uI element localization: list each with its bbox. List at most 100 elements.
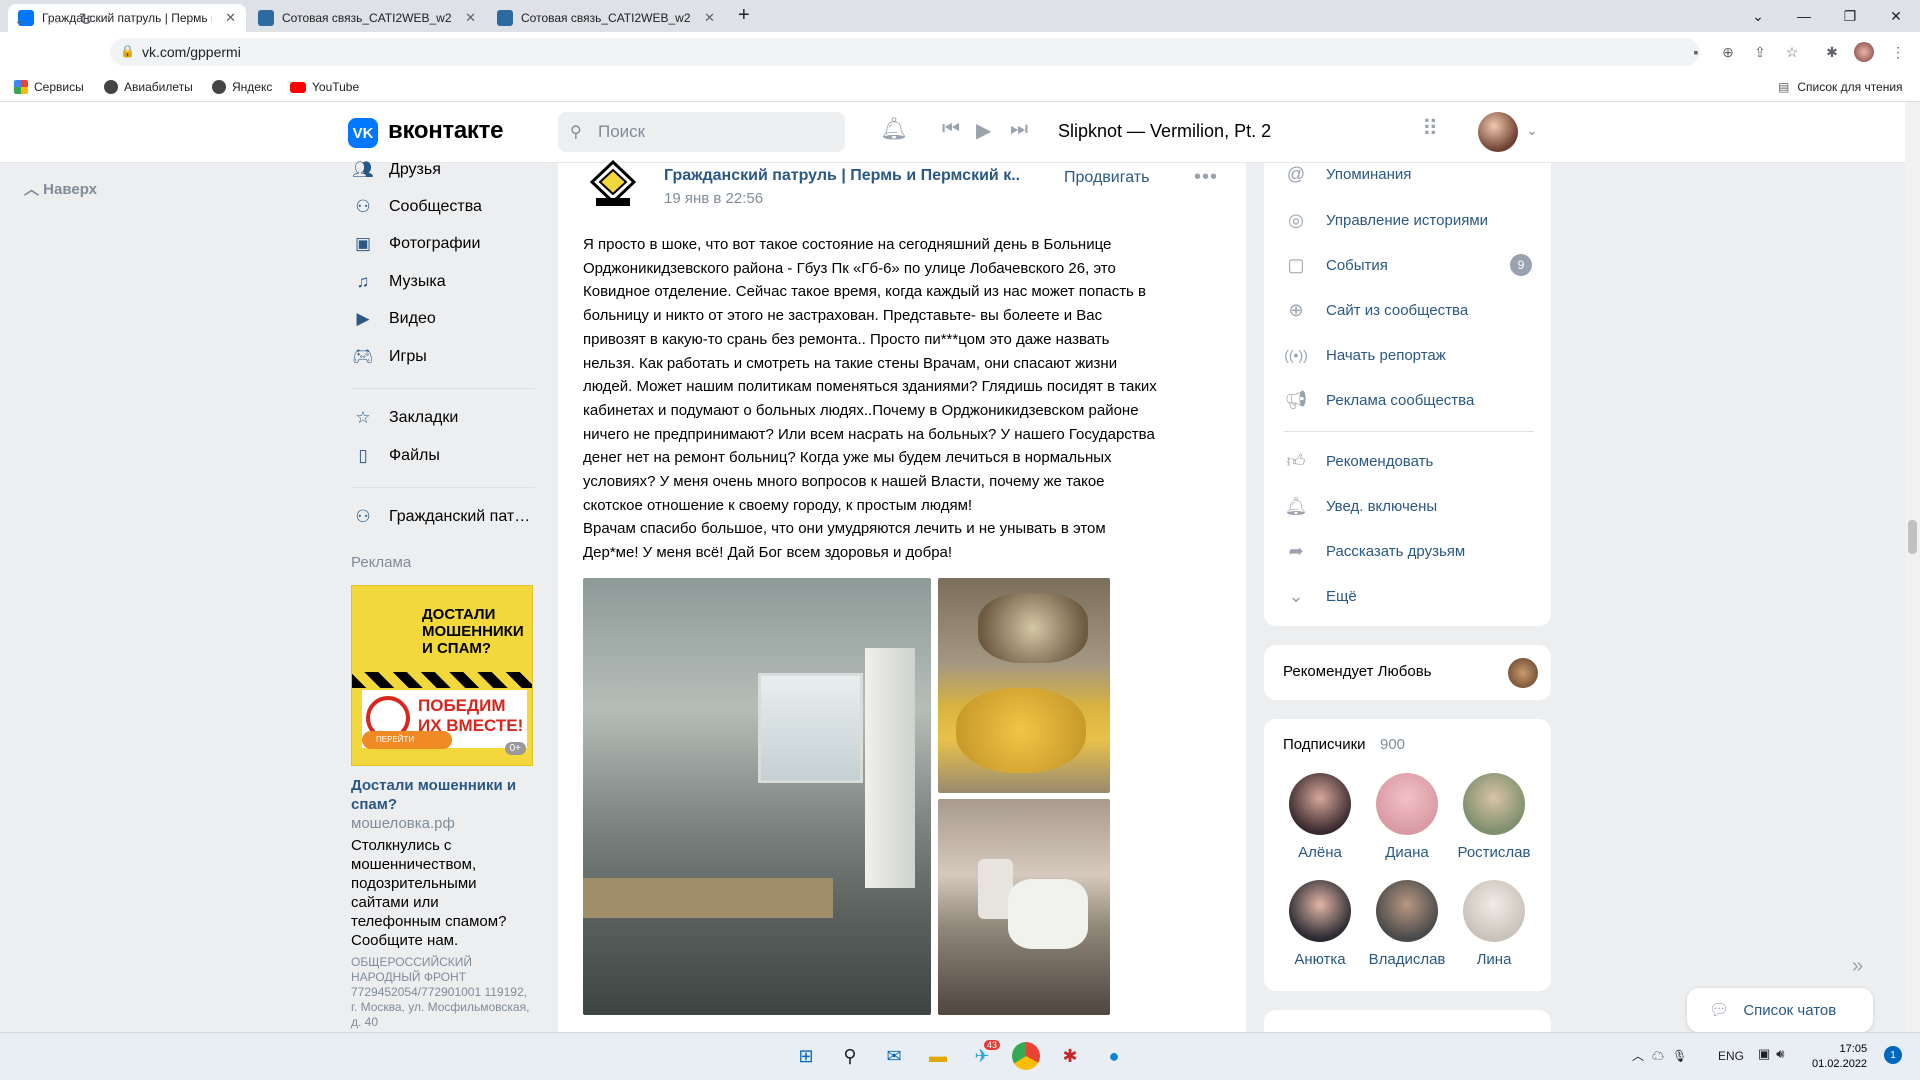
subscribers-title[interactable]: Подписчики (1283, 736, 1366, 753)
vk-brand-name[interactable]: вконтакте (388, 117, 503, 145)
action-events[interactable]: ▢ События (1284, 250, 1387, 280)
post-photo-food[interactable] (938, 578, 1110, 793)
menu-item-video[interactable]: ▶ Видео (352, 304, 435, 334)
back-to-top-button[interactable]: ︿ Наверх (24, 178, 97, 199)
network-volume-icons[interactable]: ▣🔊︎ (1758, 1046, 1790, 1062)
file-explorer-icon[interactable]: ▬ (924, 1042, 952, 1070)
forward-arrow-icon[interactable]: → (42, 8, 66, 32)
menu-item-photos[interactable]: ▣ Фотографии (352, 229, 480, 259)
action-stories[interactable]: ◎ Управление историями (1284, 205, 1488, 235)
subscriber-name[interactable]: Ростислав (1449, 844, 1539, 861)
subscriber-avatar[interactable] (1289, 773, 1351, 835)
post-photo-room[interactable] (938, 799, 1110, 1015)
bell-icon[interactable]: 🔔︎ (880, 116, 908, 142)
search-icon[interactable]: ⚲ (836, 1042, 864, 1070)
subscriber-avatar[interactable] (1376, 773, 1438, 835)
subscriber-name[interactable]: Алёна (1275, 844, 1365, 861)
address-bar[interactable] (110, 38, 1700, 66)
subscriber-name[interactable]: Диана (1362, 844, 1452, 861)
menu-item-friends[interactable]: 👥︎ Друзья (352, 155, 441, 185)
bookmark-star-icon[interactable]: ☆ (1782, 42, 1802, 62)
chat-list-button[interactable]: 💬︎ Список чатов (1687, 988, 1873, 1032)
subscriber-avatar[interactable] (1289, 880, 1351, 942)
profile-avatar[interactable] (1854, 42, 1874, 62)
new-tab-button[interactable]: + (738, 4, 750, 27)
bookmark-services[interactable]: Сервисы (14, 77, 84, 97)
vk-logo-icon[interactable]: VK (348, 118, 378, 148)
tab-cati-1[interactable]: Сотовая связь_CATI2WEB_w2 ✕ (248, 4, 486, 32)
chevron-down-icon[interactable]: ⌄ (1526, 122, 1538, 139)
language-indicator[interactable]: ENG (1718, 1049, 1744, 1063)
close-tab-icon[interactable]: ✕ (465, 10, 476, 26)
url-text[interactable]: vk.com/gppermi (142, 44, 241, 60)
play-icon[interactable]: ▶ (976, 118, 991, 143)
collapse-chats-icon[interactable]: » (1852, 955, 1863, 978)
app-icon[interactable]: ✱ (1056, 1042, 1084, 1070)
reload-icon[interactable]: ↻ (74, 8, 98, 32)
user-avatar[interactable] (1478, 112, 1518, 152)
maximize-button[interactable]: ❐ (1827, 0, 1873, 32)
chrome-menu-icon[interactable]: ⋮ (1888, 42, 1908, 62)
menu-item-bookmarks[interactable]: ☆ Закладки (352, 403, 458, 433)
subscriber-name[interactable]: Лина (1449, 951, 1539, 968)
promote-button[interactable]: Продвигать (1064, 169, 1149, 187)
menu-item-music[interactable]: ♫ Музыка (352, 267, 446, 297)
page-scrollbar[interactable] (1905, 102, 1920, 1032)
action-broadcast[interactable]: ((•)) Начать репортаж (1284, 340, 1446, 370)
subscriber-avatar[interactable] (1463, 773, 1525, 835)
notification-badge[interactable]: 1 (1884, 1046, 1902, 1064)
close-tab-icon[interactable]: ✕ (704, 10, 715, 26)
bookmark-youtube[interactable]: YouTube (290, 77, 359, 97)
action-recommend[interactable]: 👍︎ Рекомендовать (1284, 446, 1434, 476)
menu-item-group[interactable]: ⚇ Гражданский пат… (352, 502, 530, 532)
subscriber-avatar[interactable] (1376, 880, 1438, 942)
reading-list[interactable]: ▤ Список для чтения (1778, 77, 1903, 97)
subscriber-name[interactable]: Владислав (1362, 951, 1452, 968)
windows-start-icon[interactable]: ⊞ (792, 1042, 820, 1070)
bookmark-avia[interactable]: Авиабилеты (104, 77, 193, 97)
recommender-avatar[interactable] (1508, 658, 1538, 688)
ad-banner-button[interactable]: ПЕРЕЙТИ (362, 731, 452, 749)
bookmark-yandex[interactable]: Яндекс (212, 77, 272, 97)
action-share[interactable]: ➦ Рассказать друзьям (1284, 536, 1465, 566)
taskbar-clock[interactable]: 17:05 01.02.2022 (1812, 1042, 1867, 1072)
scrollbar-thumb[interactable] (1908, 520, 1917, 554)
post-group-name[interactable]: Гражданский патруль | Пермь и Пермский к… (664, 167, 1020, 185)
previous-track-icon[interactable]: ⏮ (942, 118, 960, 141)
tab-search-icon[interactable]: ⌄ (1735, 0, 1781, 32)
menu-item-communities[interactable]: ⚇ Сообщества (352, 192, 482, 222)
close-tab-icon[interactable]: ✕ (225, 10, 236, 26)
skype-icon[interactable]: ● (1100, 1042, 1128, 1070)
action-mentions[interactable]: @ Упоминания (1284, 159, 1412, 189)
post-date[interactable]: 19 янв в 22:56 (664, 190, 763, 207)
chrome-icon[interactable] (1012, 1042, 1040, 1070)
back-arrow-icon[interactable]: ← (10, 8, 34, 32)
apps-grid-icon[interactable]: ⠿ (1422, 116, 1438, 142)
zoom-icon[interactable]: ⊕ (1718, 42, 1738, 62)
action-more[interactable]: ⌄ Ещё (1284, 581, 1356, 611)
post-photo-ward[interactable] (583, 578, 931, 1015)
next-track-icon[interactable]: ⏭ (1010, 118, 1028, 141)
mail-icon[interactable]: ✉ (880, 1042, 908, 1070)
close-window-button[interactable]: ✕ (1873, 0, 1919, 32)
ad-title[interactable]: Достали мошенники и спам? (351, 776, 536, 814)
minimize-button[interactable]: — (1781, 0, 1827, 32)
menu-item-games[interactable]: 🎮︎ Игры (352, 342, 427, 372)
search-input[interactable] (558, 112, 845, 152)
subscriber-name[interactable]: Анютка (1275, 951, 1365, 968)
lock-icon[interactable]: 🔒 (120, 44, 135, 58)
extensions-icon[interactable]: ✱ (1822, 42, 1842, 62)
subscriber-avatar[interactable] (1463, 880, 1525, 942)
system-tray-icons[interactable]: ︿☁🎙︎ (1632, 1047, 1695, 1064)
menu-item-files[interactable]: ▯ Файлы (352, 441, 440, 471)
now-playing-track[interactable]: Slipknot — Vermilion, Pt. 2 (1058, 121, 1271, 142)
tab-cati-2[interactable]: Сотовая связь_CATI2WEB_w2 ✕ (487, 4, 725, 32)
share-page-icon[interactable]: ⇪ (1750, 42, 1770, 62)
camera-blocked-icon[interactable]: ▪ (1686, 42, 1706, 62)
action-notifications[interactable]: 🔔︎ Увед. включены (1284, 491, 1438, 521)
more-options-icon[interactable]: ••• (1194, 166, 1218, 189)
ad-banner[interactable]: ДОСТАЛИ МОШЕННИКИ И СПАМ? ПОБЕДИМ ИХ ВМЕ… (351, 585, 533, 766)
action-site[interactable]: ⊕ Сайт из сообщества (1284, 295, 1468, 325)
action-advertise[interactable]: 📢︎ Реклама сообщества (1284, 385, 1475, 415)
group-avatar[interactable] (589, 159, 637, 208)
